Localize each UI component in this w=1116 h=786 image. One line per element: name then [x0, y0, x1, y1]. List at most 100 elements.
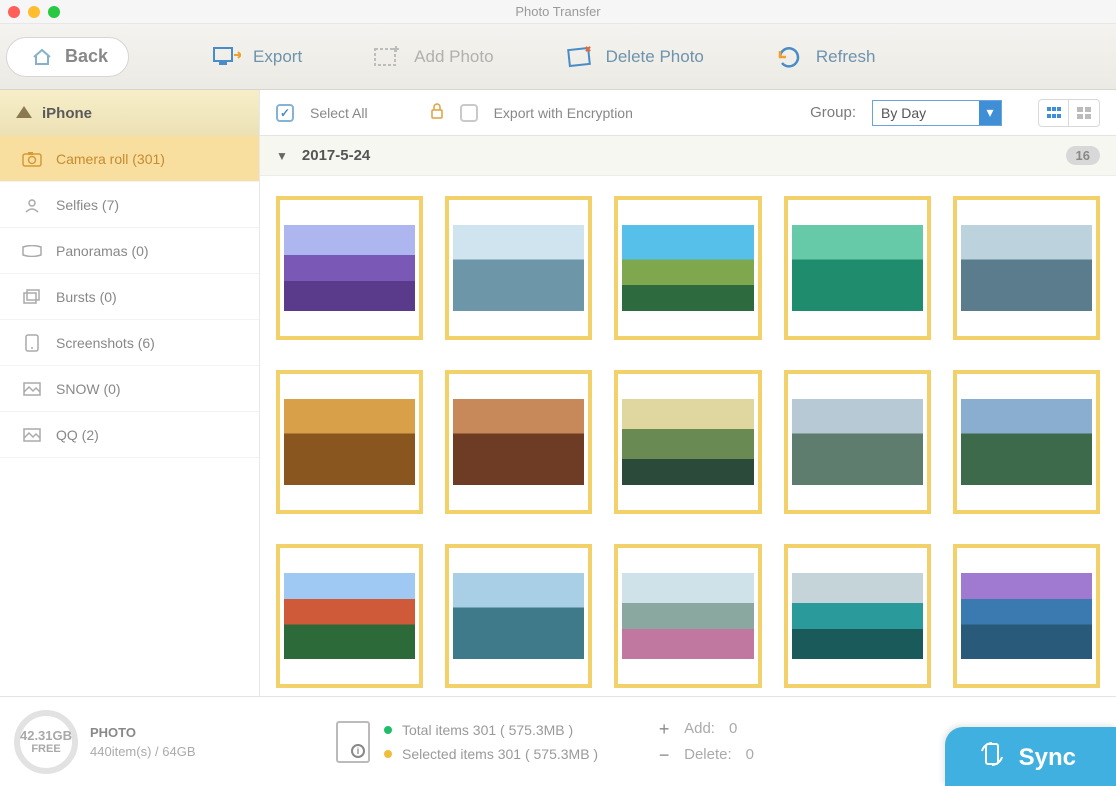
sidebar-item-label: SNOW (0) [56, 381, 121, 397]
refresh-icon [774, 44, 804, 70]
burst-icon [22, 289, 42, 305]
view-toggle [1038, 99, 1100, 127]
storage-amount: 42.31GB [20, 728, 72, 743]
add-photo-label: Add Photo [414, 47, 493, 67]
export-label: Export [253, 47, 302, 67]
photo-thumbnail[interactable] [276, 196, 423, 340]
selfie-icon [22, 197, 42, 213]
encryption-checkbox[interactable] [460, 104, 478, 122]
album-icon [22, 381, 42, 397]
group-date: 2017-5-24 [302, 147, 370, 164]
photo-thumbnail[interactable] [614, 370, 761, 514]
sidebar-item-selfies[interactable]: Selfies (7) [0, 182, 259, 228]
sidebar-item-snow[interactable]: SNOW (0) [0, 366, 259, 412]
sidebar-item-bursts[interactable]: Bursts (0) [0, 274, 259, 320]
content-pane: ✓ Select All Export with Encryption Grou… [260, 90, 1116, 696]
sidebar-item-panoramas[interactable]: Panoramas (0) [0, 228, 259, 274]
home-icon [27, 44, 57, 70]
panorama-icon [22, 243, 42, 259]
sidebar-item-camera-roll[interactable]: Camera roll (301) [0, 136, 259, 182]
photo-thumbnail[interactable] [445, 196, 592, 340]
sync-label: Sync [1019, 744, 1076, 772]
storage-summary: 42.31GB FREE PHOTO 440item(s) / 64GB [6, 710, 296, 774]
select-all-checkbox[interactable]: ✓ [276, 104, 294, 122]
storage-free-label: FREE [31, 743, 60, 755]
device-header[interactable]: iPhone [0, 90, 259, 136]
encryption-label: Export with Encryption [494, 105, 633, 121]
add-value: 0 [729, 716, 737, 742]
export-icon [211, 44, 241, 70]
bullet-icon [384, 726, 392, 734]
back-button[interactable]: Back [6, 37, 129, 77]
photo-subtext: 440item(s) / 64GB [90, 744, 196, 759]
device-icon [16, 105, 32, 122]
photo-thumbnail[interactable] [784, 196, 931, 340]
photo-thumbnail[interactable] [276, 370, 423, 514]
document-info-icon: i [336, 721, 370, 763]
photo-thumbnail[interactable] [614, 196, 761, 340]
photo-thumbnail[interactable] [784, 370, 931, 514]
add-photo-button[interactable]: Add Photo [372, 44, 493, 70]
photo-thumbnail[interactable] [445, 370, 592, 514]
list-view-button[interactable] [1069, 100, 1099, 126]
item-stats: i Total items 301 ( 575.3MB ) Selected i… [336, 718, 598, 766]
bullet-icon [384, 750, 392, 758]
lock-icon [430, 103, 444, 122]
device-name: iPhone [42, 105, 92, 122]
photo-grid [276, 196, 1100, 688]
window-title: Photo Transfer [0, 4, 1116, 19]
screenshot-icon [22, 335, 42, 351]
add-delete-summary: +Add:0 −Delete:0 [658, 716, 754, 768]
status-footer: 42.31GB FREE PHOTO 440item(s) / 64GB i T… [0, 696, 1116, 786]
chevron-down-icon: ▾ [979, 101, 1001, 125]
photo-thumbnail[interactable] [614, 544, 761, 688]
disclosure-triangle-icon: ▼ [276, 149, 288, 163]
sidebar-item-label: Selfies (7) [56, 197, 119, 213]
delete-value: 0 [746, 742, 754, 768]
sidebar-item-label: QQ (2) [56, 427, 99, 443]
photo-thumbnail[interactable] [276, 544, 423, 688]
sidebar-item-label: Screenshots (6) [56, 335, 155, 351]
group-count-badge: 16 [1066, 146, 1100, 165]
sidebar-item-label: Panoramas (0) [56, 243, 149, 259]
total-items-text: Total items 301 ( 575.3MB ) [402, 718, 573, 742]
title-bar: Photo Transfer [0, 0, 1116, 24]
sync-button[interactable]: Sync [945, 727, 1116, 786]
add-photo-icon [372, 44, 402, 70]
filter-bar: ✓ Select All Export with Encryption Grou… [260, 90, 1116, 136]
main-toolbar: Back Export Add Photo Delete Photo Refre… [0, 24, 1116, 90]
photo-thumbnail[interactable] [953, 196, 1100, 340]
export-button[interactable]: Export [211, 44, 302, 70]
storage-ring: 42.31GB FREE [14, 710, 78, 774]
sidebar-item-label: Bursts (0) [56, 289, 117, 305]
delete-photo-button[interactable]: Delete Photo [564, 44, 704, 70]
sidebar-item-screenshots[interactable]: Screenshots (6) [0, 320, 259, 366]
delete-photo-label: Delete Photo [606, 47, 704, 67]
grid-view-button[interactable] [1039, 100, 1069, 126]
main-area: iPhone Camera roll (301) Selfies (7) Pan… [0, 90, 1116, 696]
sidebar-item-qq[interactable]: QQ (2) [0, 412, 259, 458]
sync-icon [979, 741, 1005, 774]
plus-icon: + [658, 716, 670, 742]
back-label: Back [65, 46, 108, 67]
refresh-button[interactable]: Refresh [774, 44, 876, 70]
photo-thumbnail[interactable] [953, 544, 1100, 688]
delete-label: Delete: [684, 742, 732, 768]
group-value: By Day [881, 105, 926, 121]
photo-heading: PHOTO [90, 725, 196, 740]
camera-icon [22, 151, 42, 167]
date-group-header[interactable]: ▼ 2017-5-24 16 [260, 136, 1116, 176]
sidebar-item-label: Camera roll (301) [56, 151, 165, 167]
photo-grid-scroll[interactable] [260, 176, 1116, 696]
refresh-label: Refresh [816, 47, 876, 67]
group-label: Group: [810, 104, 856, 121]
album-icon [22, 427, 42, 443]
group-select[interactable]: By Day ▾ [872, 100, 1002, 126]
delete-photo-icon [564, 44, 594, 70]
photo-thumbnail[interactable] [445, 544, 592, 688]
minus-icon: − [658, 742, 670, 768]
sidebar: iPhone Camera roll (301) Selfies (7) Pan… [0, 90, 260, 696]
photo-thumbnail[interactable] [784, 544, 931, 688]
photo-thumbnail[interactable] [953, 370, 1100, 514]
add-label: Add: [684, 716, 715, 742]
